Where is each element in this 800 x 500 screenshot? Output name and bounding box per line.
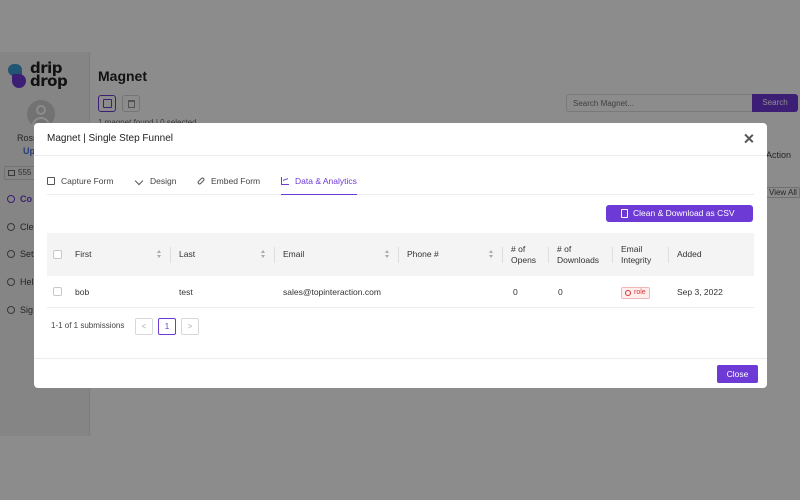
column-header-email[interactable]: Email [275, 233, 399, 276]
column-label: Added [677, 249, 702, 259]
badge-label: role [634, 288, 646, 296]
pagination-summary: 1-1 of 1 submissions [51, 321, 125, 330]
select-all-checkbox[interactable] [53, 250, 62, 259]
table-row[interactable]: bob test sales@topinteraction.com 0 0 ro… [47, 276, 754, 308]
cell-phone [399, 276, 407, 308]
tab-bar: Capture Form Design Embed Form Data & An… [47, 173, 754, 195]
column-label: First [75, 249, 92, 259]
column-label: Email Integrity [621, 243, 652, 265]
column-header-opens[interactable]: # of Opens [503, 233, 549, 276]
sort-icon [489, 250, 494, 259]
chart-icon [281, 177, 289, 185]
column-label: Email [283, 249, 305, 259]
tab-design[interactable]: Design [134, 173, 177, 195]
tab-label: Data & Analytics [295, 176, 357, 186]
next-page-button[interactable]: > [181, 318, 199, 335]
page-1-button[interactable]: 1 [158, 318, 176, 335]
csv-button-label: Clean & Download as CSV [633, 208, 735, 218]
modal-title: Magnet | Single Step Funnel [47, 133, 174, 144]
column-label: Last [179, 249, 196, 259]
tab-embed-form[interactable]: Embed Form [196, 173, 261, 195]
column-header-first[interactable]: First [67, 233, 171, 276]
column-header-phone[interactable]: Phone # [399, 233, 503, 276]
column-header-added[interactable]: Added [669, 233, 754, 276]
column-label: # of Opens [511, 243, 537, 265]
modal-header: Magnet | Single Step Funnel [34, 123, 767, 156]
brush-icon [134, 176, 144, 186]
cell-first: bob [75, 287, 90, 297]
cell-opens: 0 [513, 287, 518, 297]
close-icon[interactable] [742, 132, 756, 146]
cell-added: Sep 3, 2022 [677, 287, 723, 297]
column-header-downloads[interactable]: # of Downloads [549, 233, 613, 276]
cell-last: test [179, 287, 193, 297]
tab-label: Design [150, 176, 177, 186]
cell-email: sales@topinteraction.com [283, 287, 381, 297]
sort-icon [385, 250, 390, 259]
close-button[interactable]: Close [717, 365, 758, 383]
row-checkbox[interactable] [53, 287, 62, 296]
modal-dialog: Magnet | Single Step Funnel Capture Form… [34, 123, 767, 388]
x-circle-icon [625, 289, 631, 296]
clean-download-csv-button[interactable]: Clean & Download as CSV [606, 205, 753, 222]
file-icon [621, 209, 628, 218]
tab-capture-form[interactable]: Capture Form [47, 173, 113, 195]
form-icon [47, 177, 55, 185]
tab-data-analytics[interactable]: Data & Analytics [281, 173, 357, 195]
column-header-last[interactable]: Last [171, 233, 275, 276]
modal-footer-divider [34, 358, 767, 359]
tab-label: Capture Form [61, 176, 114, 186]
sort-icon [157, 250, 162, 259]
column-label: Phone # [407, 249, 439, 259]
cell-downloads: 0 [558, 287, 563, 297]
column-label: # of Downloads [557, 243, 600, 265]
table-header: First Last Email Phone # # of Opens # of… [47, 233, 754, 276]
tab-label: Embed Form [211, 176, 261, 186]
status-badge: role [621, 286, 650, 299]
link-icon [196, 176, 206, 186]
column-header-email-integrity[interactable]: Email Integrity [613, 233, 669, 276]
cell-email-integrity: role [613, 276, 650, 308]
prev-page-button[interactable]: < [135, 318, 153, 335]
sort-icon [261, 250, 266, 259]
